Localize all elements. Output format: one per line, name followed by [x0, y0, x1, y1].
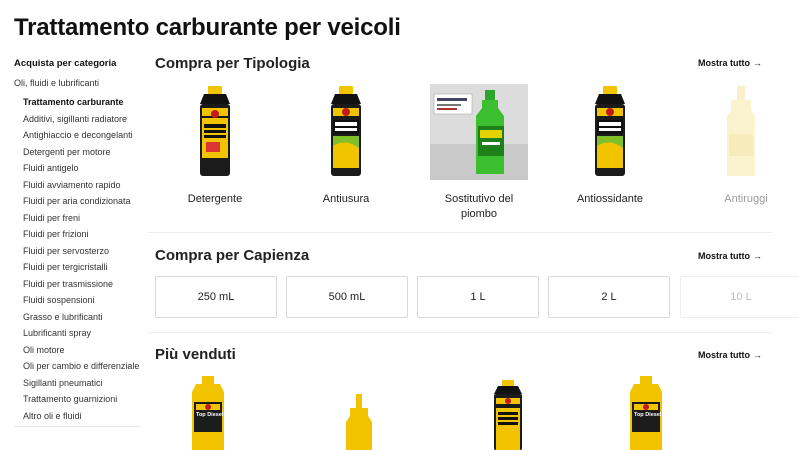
see-all-tipologia-link[interactable]: Mostra tutto →	[698, 58, 762, 68]
type-card-sostitutivo-piombo[interactable]: Sostitutivo del piombo	[429, 84, 529, 222]
sidebar-item-fluidi-servosterzo[interactable]: Fluidi per servosterzo	[14, 243, 142, 260]
capacity-button-250ml[interactable]: 250 mL	[155, 276, 277, 318]
capacity-button-2l[interactable]: 2 L	[548, 276, 670, 318]
capacity-button-500ml[interactable]: 500 mL	[286, 276, 408, 318]
product-image	[697, 84, 795, 180]
section-divider	[148, 332, 772, 333]
sidebar-item-additivi[interactable]: Additivi, sigillanti radiatore	[14, 111, 142, 128]
sidebar-item-detergenti[interactable]: Detergenti per motore	[14, 144, 142, 161]
sidebar-item-fluidi-sospensioni[interactable]: Fluidi sospensioni	[14, 292, 142, 309]
main-content: Compra per Tipologia Mostra tutto → Deter…	[148, 50, 799, 450]
see-all-label: Mostra tutto	[698, 350, 750, 360]
sidebar-item-grasso[interactable]: Grasso e lubrificanti	[14, 309, 142, 326]
product-label-text: Top Diesel	[634, 412, 662, 418]
arrow-right-icon: →	[753, 350, 762, 360]
product-label-text: Top Diesel	[196, 412, 224, 418]
see-all-label: Mostra tutto	[698, 251, 750, 261]
sidebar-item-oli-cambio[interactable]: Oli per cambio e differenziale	[14, 358, 142, 375]
section-title-capienza: Compra per Capienza	[155, 247, 310, 264]
section-divider	[148, 232, 772, 233]
best-seller-product[interactable]	[344, 394, 374, 450]
arrow-right-icon: →	[753, 251, 762, 261]
best-seller-product[interactable]	[488, 380, 528, 450]
product-image	[561, 84, 659, 180]
sidebar-item-fluidi-trasmissione[interactable]: Fluidi per trasmissione	[14, 276, 142, 293]
sidebar-item-sigillanti-pneumatici[interactable]: Sigillanti pneumatici	[14, 375, 142, 392]
section-title-piu-venduti: Più venduti	[155, 346, 236, 363]
sidebar-divider	[14, 426, 140, 427]
sidebar-item-fluidi-frizioni[interactable]: Fluidi per frizioni	[14, 226, 142, 243]
sidebar-item-fluidi-antigelo[interactable]: Fluidi antigelo	[14, 160, 142, 177]
product-image	[430, 84, 528, 180]
category-sidebar: Acquista per categoria Oli, fluidi e lub…	[14, 58, 142, 424]
section-title-tipologia: Compra per Tipologia	[155, 55, 310, 72]
sidebar-heading: Acquista per categoria	[14, 58, 117, 69]
sidebar-item-antighiaccio[interactable]: Antighiaccio e decongelanti	[14, 127, 142, 144]
sidebar-item-lubrificanti-spray[interactable]: Lubrificanti spray	[14, 325, 142, 342]
product-image	[166, 84, 264, 180]
see-all-capienza-link[interactable]: Mostra tutto →	[698, 251, 762, 261]
sidebar-item-altro[interactable]: Altro oli e fluidi	[14, 408, 142, 425]
page-title: Trattamento carburante per veicoli	[14, 14, 401, 41]
best-seller-product[interactable]: Top Diesel	[626, 376, 666, 450]
sidebar-item-oli-motore[interactable]: Oli motore	[14, 342, 142, 359]
type-label: Sostitutivo del piombo	[444, 193, 514, 220]
capacity-button-1l[interactable]: 1 L	[417, 276, 539, 318]
see-all-label: Mostra tutto	[698, 58, 750, 68]
type-label: Antiossidante	[576, 193, 644, 205]
type-card-antiruggine[interactable]: Antiruggi	[696, 84, 796, 207]
sidebar-parent-category[interactable]: Oli, fluidi e lubrificanti	[14, 78, 142, 88]
product-image	[297, 84, 395, 180]
sidebar-item-fluidi-aria-condizionata[interactable]: Fluidi per aria condizionata	[14, 193, 142, 210]
sidebar-item-fluidi-freni[interactable]: Fluidi per freni	[14, 210, 142, 227]
type-label: Antiruggi	[724, 193, 768, 205]
arrow-right-icon: →	[753, 58, 762, 68]
sidebar-item-trattamento-guarnizioni[interactable]: Trattamento guarnizioni	[14, 391, 142, 408]
product-image	[346, 394, 372, 450]
capacity-button-10l[interactable]: 10 L	[680, 276, 799, 318]
type-card-antiusura[interactable]: Antiusura	[296, 84, 396, 207]
sidebar-item-trattamento-carburante[interactable]: Trattamento carburante	[14, 94, 142, 111]
see-all-piu-venduti-link[interactable]: Mostra tutto →	[698, 350, 762, 360]
sidebar-item-fluidi-tergicristalli[interactable]: Fluidi per tergicristalli	[14, 259, 142, 276]
type-label: Detergente	[187, 193, 243, 205]
best-seller-product[interactable]: Top Diesel	[188, 376, 228, 450]
type-card-detergente[interactable]: Detergente	[165, 84, 265, 207]
sidebar-item-fluidi-avviamento[interactable]: Fluidi avviamento rapido	[14, 177, 142, 194]
type-label: Antiusura	[322, 193, 370, 205]
product-image	[494, 380, 522, 450]
type-card-antiossidante[interactable]: Antiossidante	[560, 84, 660, 207]
